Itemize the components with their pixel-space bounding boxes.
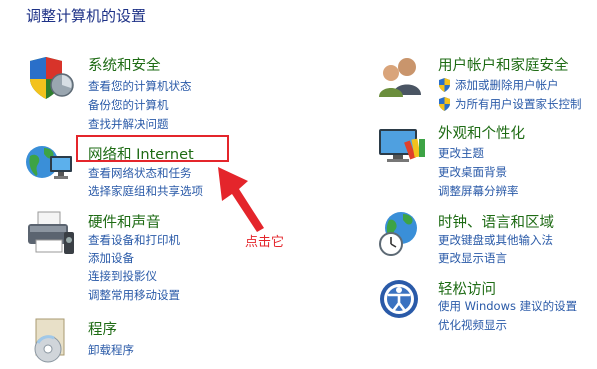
link-desktop-background[interactable]: 更改桌面背景 (438, 164, 507, 180)
link-view-network-status[interactable]: 查看网络状态和任务 (88, 165, 192, 181)
uac-shield-icon (439, 97, 450, 111)
link-homegroup-sharing[interactable]: 选择家庭组和共享选项 (88, 183, 203, 199)
link-screen-resolution[interactable]: 调整屏幕分辨率 (438, 183, 519, 199)
page-title: 调整计算机的设置 (26, 7, 147, 25)
programs-disc-icon (24, 317, 76, 365)
link-change-keyboard[interactable]: 更改键盘或其他输入法 (438, 232, 553, 248)
category-title-system-security[interactable]: 系统和安全 (88, 54, 161, 75)
category-title-hardware-sound[interactable]: 硬件和声音 (88, 211, 161, 232)
link-uninstall-program[interactable]: 卸载程序 (88, 342, 134, 358)
printer-icon (24, 210, 76, 258)
category-title-user-accounts[interactable]: 用户帐户和家庭安全 (438, 54, 569, 75)
link-troubleshoot[interactable]: 查找并解决问题 (88, 116, 169, 132)
link-add-device[interactable]: 添加设备 (88, 250, 134, 266)
category-title-clock-language[interactable]: 时钟、语言和区域 (438, 211, 554, 232)
uac-shield-icon (439, 78, 450, 92)
category-title-ease-of-access[interactable]: 轻松访问 (438, 278, 496, 299)
highlight-box (76, 135, 229, 162)
link-connect-projector[interactable]: 连接到投影仪 (88, 268, 157, 284)
network-globe-icon (24, 140, 76, 188)
link-change-theme[interactable]: 更改主题 (438, 145, 484, 161)
annotation-text: 点击它 (245, 235, 285, 250)
globe-clock-icon (377, 210, 429, 258)
category-title-appearance[interactable]: 外观和个性化 (438, 122, 525, 143)
link-mobility-settings[interactable]: 调整常用移动设置 (88, 287, 180, 303)
link-optimize-display[interactable]: 优化视频显示 (438, 317, 507, 333)
link-view-computer-status[interactable]: 查看您的计算机状态 (88, 78, 192, 94)
link-devices-printers[interactable]: 查看设备和打印机 (88, 232, 180, 248)
link-backup-computer[interactable]: 备份您的计算机 (88, 97, 169, 113)
shield-icon (24, 55, 76, 103)
link-add-remove-accounts[interactable]: 添加或删除用户帐户 (438, 77, 559, 93)
monitor-paint-icon (377, 123, 429, 171)
link-windows-suggested-settings[interactable]: 使用 Windows 建议的设置 (438, 298, 577, 314)
category-title-programs[interactable]: 程序 (88, 318, 117, 339)
link-parental-controls[interactable]: 为所有用户设置家长控制 (438, 96, 582, 112)
users-icon (377, 55, 429, 103)
ease-of-access-icon (377, 277, 429, 325)
link-display-language[interactable]: 更改显示语言 (438, 250, 507, 266)
